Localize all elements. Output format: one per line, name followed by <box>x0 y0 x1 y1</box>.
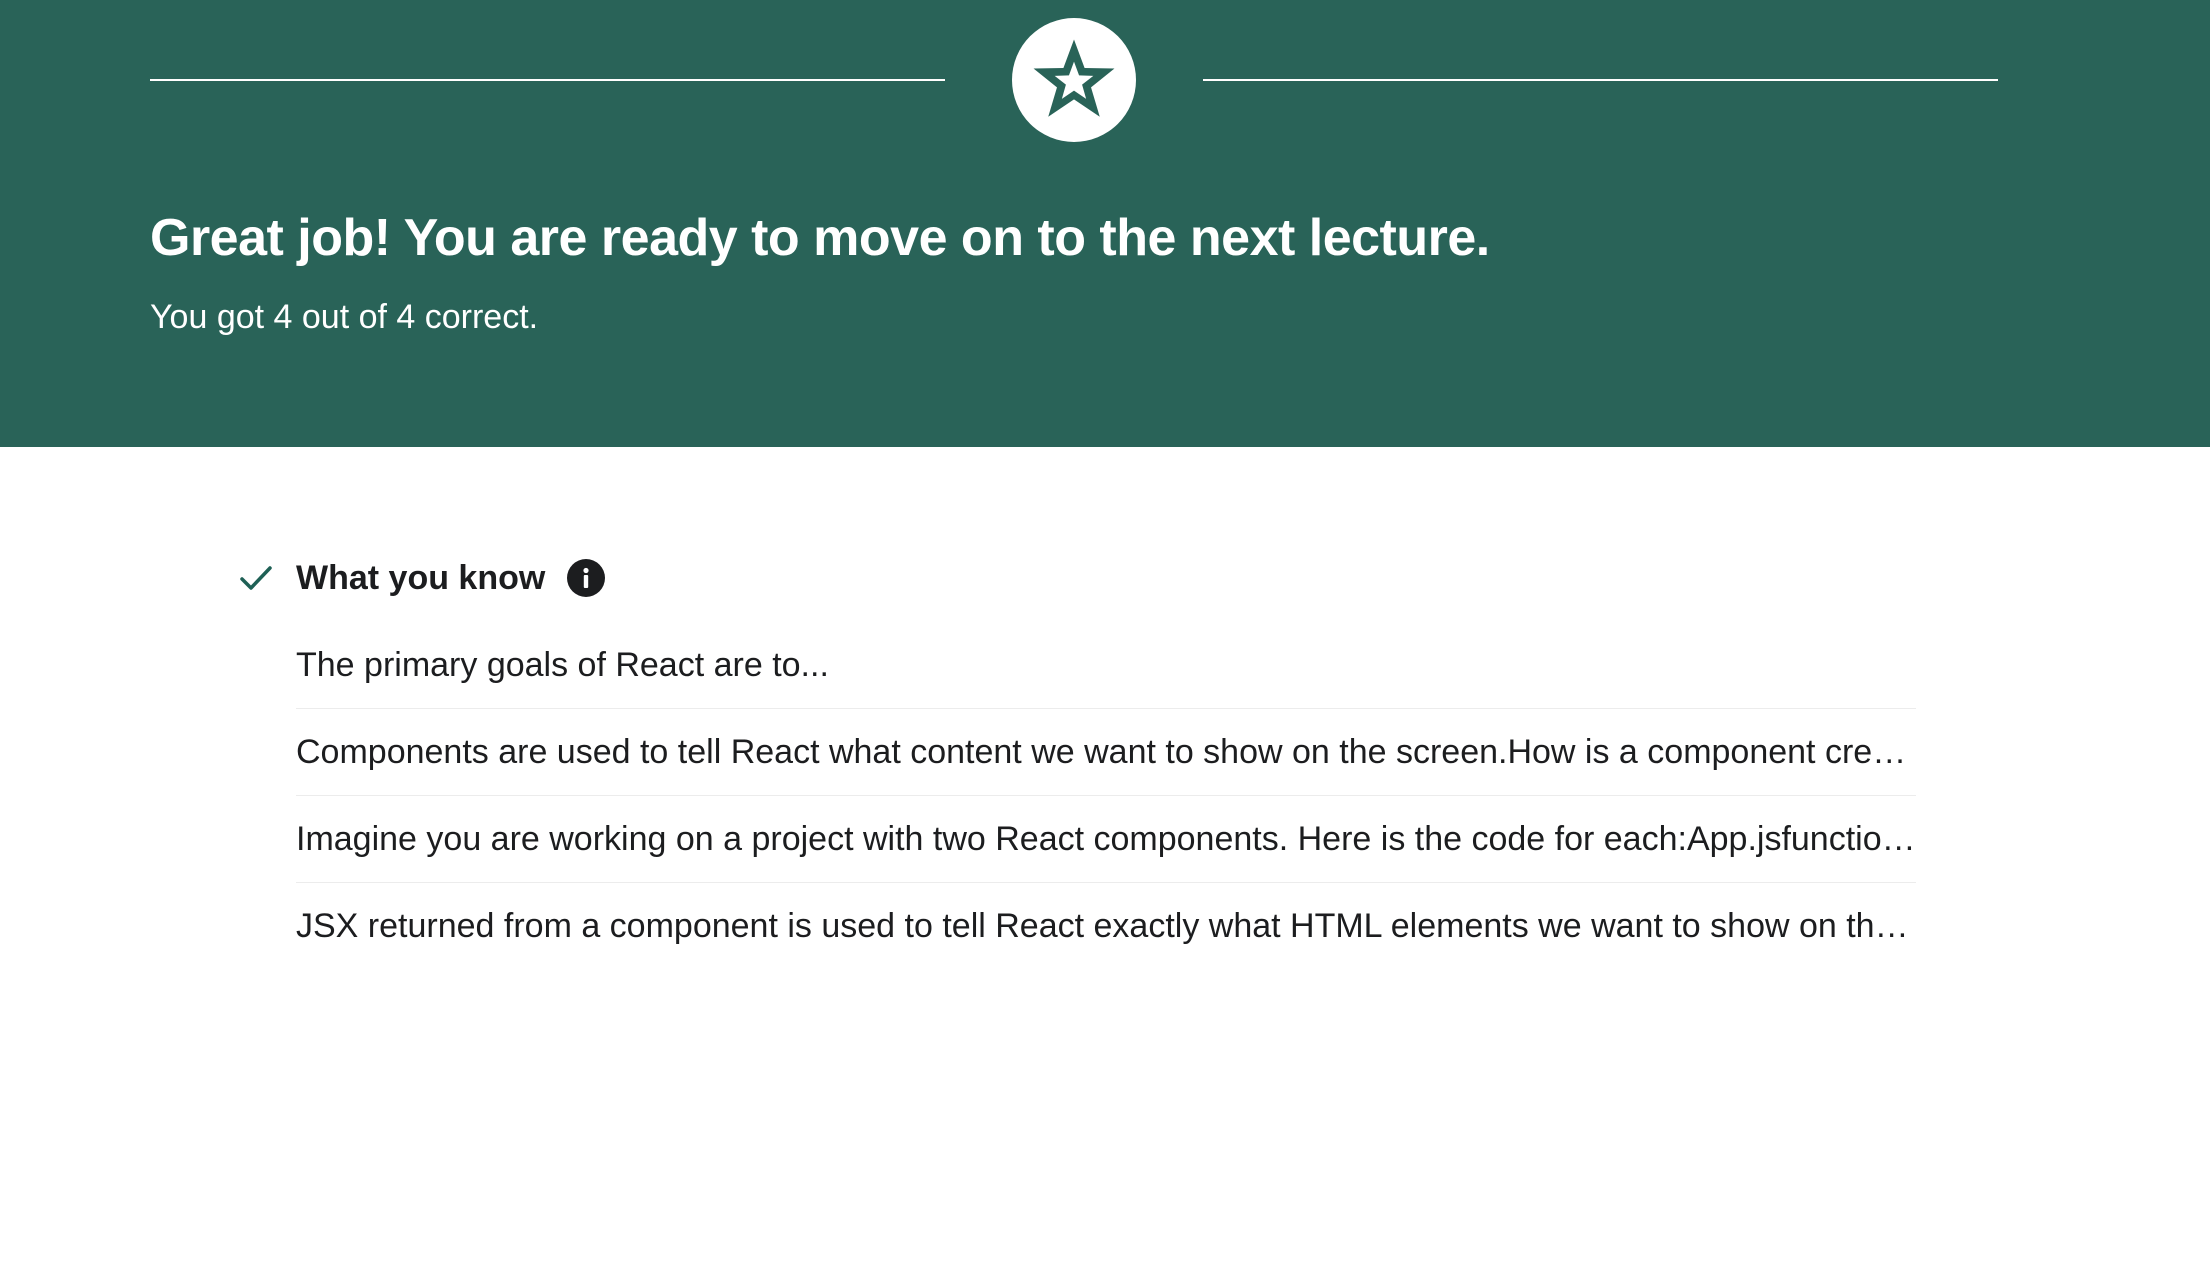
divider-right <box>1203 79 1998 81</box>
star-icon <box>1033 39 1115 117</box>
star-badge <box>1012 18 1136 142</box>
what-you-know-section: What you know The primary goals of React… <box>236 550 1916 970</box>
list-item[interactable]: Imagine you are working on a project wit… <box>296 796 1916 883</box>
score-text: You got 4 out of 4 correct. <box>150 298 539 336</box>
section-title: What you know <box>296 558 546 597</box>
check-icon <box>236 558 276 598</box>
list-item-text: JSX returned from a component is used to… <box>296 907 1916 945</box>
knowledge-list: The primary goals of React are to... Com… <box>296 622 1916 970</box>
result-headline: Great job! You are ready to move on to t… <box>150 209 1490 267</box>
list-item-text: Components are used to tell React what c… <box>296 732 1916 771</box>
list-item[interactable]: JSX returned from a component is used to… <box>296 883 1916 970</box>
info-icon[interactable] <box>567 559 606 597</box>
section-header: What you know <box>236 550 1916 606</box>
list-item[interactable]: The primary goals of React are to... <box>296 622 1916 709</box>
list-item[interactable]: Components are used to tell React what c… <box>296 709 1916 796</box>
list-item-text: Imagine you are working on a project wit… <box>296 819 1916 858</box>
quiz-result-banner: Great job! You are ready to move on to t… <box>0 0 2210 447</box>
list-item-text: The primary goals of React are to... <box>296 645 829 684</box>
divider-left <box>150 79 945 81</box>
